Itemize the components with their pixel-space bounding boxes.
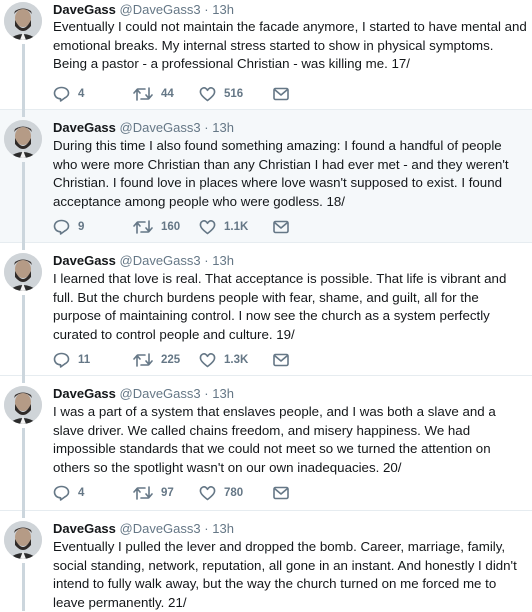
retweet-icon bbox=[133, 486, 153, 500]
retweet-button[interactable]: 44 bbox=[133, 85, 174, 103]
direct-message-button[interactable] bbox=[273, 218, 289, 236]
retweet-count: 44 bbox=[161, 88, 174, 100]
direct-message-button[interactable] bbox=[273, 484, 289, 502]
reply-count: 11 bbox=[78, 354, 91, 366]
dm-icon bbox=[273, 87, 289, 101]
timestamp[interactable]: 13h bbox=[212, 386, 234, 401]
dm-icon bbox=[273, 353, 289, 367]
retweet-button[interactable]: 225 bbox=[133, 351, 180, 369]
separator-dot: · bbox=[204, 2, 209, 17]
author-handle[interactable]: @DaveGass3 bbox=[120, 521, 201, 536]
retweet-icon bbox=[133, 353, 153, 367]
reply-icon bbox=[53, 86, 70, 102]
author-handle[interactable]: @DaveGass3 bbox=[120, 120, 201, 135]
thread-line bbox=[22, 243, 25, 250]
like-count: 1.3K bbox=[224, 354, 249, 366]
retweet-count: 97 bbox=[161, 487, 174, 499]
tweet-thread: DaveGass @DaveGass3 · 13h Eventually I c… bbox=[0, 0, 532, 611]
tweet-20[interactable]: DaveGass @DaveGass3 · 13h I was a part o… bbox=[0, 376, 532, 511]
like-button[interactable]: 1.1K bbox=[199, 218, 248, 236]
reply-icon bbox=[53, 352, 70, 368]
reply-count: 4 bbox=[78, 88, 85, 100]
thread-line bbox=[22, 295, 25, 376]
author-name[interactable]: DaveGass bbox=[53, 386, 116, 401]
timestamp[interactable]: 13h bbox=[212, 253, 234, 268]
dm-icon bbox=[273, 220, 289, 234]
like-icon bbox=[199, 87, 216, 102]
reply-count: 9 bbox=[78, 221, 85, 233]
tweet-19[interactable]: DaveGass @DaveGass3 · 13h I learned that… bbox=[0, 243, 532, 376]
separator-dot: · bbox=[204, 253, 209, 268]
tweet-header: DaveGass @DaveGass3 · 13h bbox=[53, 253, 234, 269]
direct-message-button[interactable] bbox=[273, 351, 289, 369]
timestamp[interactable]: 13h bbox=[212, 521, 234, 536]
like-count: 780 bbox=[224, 487, 244, 499]
avatar[interactable] bbox=[4, 120, 42, 158]
author-handle[interactable]: @DaveGass3 bbox=[120, 2, 201, 17]
tweet-text: During this time I also found something … bbox=[53, 138, 509, 209]
thread-line bbox=[22, 511, 25, 518]
retweet-button[interactable]: 97 bbox=[133, 484, 174, 502]
direct-message-button[interactable] bbox=[273, 85, 289, 103]
avatar[interactable] bbox=[4, 2, 42, 40]
timestamp[interactable]: 13h bbox=[212, 2, 234, 17]
retweet-icon bbox=[133, 220, 153, 234]
reply-button[interactable]: 4 bbox=[53, 85, 84, 103]
separator-dot: · bbox=[204, 120, 209, 135]
avatar[interactable] bbox=[4, 521, 42, 559]
tweet-header: DaveGass @DaveGass3 · 13h bbox=[53, 386, 234, 402]
like-button[interactable]: 1.3K bbox=[199, 351, 248, 369]
author-name[interactable]: DaveGass bbox=[53, 2, 116, 17]
like-icon bbox=[199, 353, 216, 368]
separator-dot: · bbox=[204, 521, 209, 536]
thread-line bbox=[22, 376, 25, 383]
thread-line bbox=[22, 428, 25, 511]
tweet-header: DaveGass @DaveGass3 · 13h bbox=[53, 2, 234, 18]
author-handle[interactable]: @DaveGass3 bbox=[120, 386, 201, 401]
timestamp[interactable]: 13h bbox=[212, 120, 234, 135]
author-name[interactable]: DaveGass bbox=[53, 521, 116, 536]
thread-line bbox=[22, 44, 25, 110]
reply-button[interactable]: 4 bbox=[53, 484, 84, 502]
avatar[interactable] bbox=[4, 386, 42, 424]
author-name[interactable]: DaveGass bbox=[53, 120, 116, 135]
tweet-text: I was a part of a system that enslaves p… bbox=[53, 404, 496, 475]
thread-line bbox=[22, 162, 25, 243]
thread-line bbox=[22, 563, 25, 611]
author-name[interactable]: DaveGass bbox=[53, 253, 116, 268]
retweet-icon bbox=[133, 87, 153, 101]
reply-icon bbox=[53, 485, 70, 501]
tweet-text: Eventually I pulled the lever and droppe… bbox=[53, 539, 517, 610]
dm-icon bbox=[273, 486, 289, 500]
retweet-count: 160 bbox=[161, 221, 181, 233]
like-count: 1.1K bbox=[224, 221, 249, 233]
reply-count: 4 bbox=[78, 487, 85, 499]
separator-dot: · bbox=[204, 386, 209, 401]
reply-button[interactable]: 11 bbox=[53, 351, 90, 369]
retweet-count: 225 bbox=[161, 354, 181, 366]
author-handle[interactable]: @DaveGass3 bbox=[120, 253, 201, 268]
tweet-18[interactable]: DaveGass @DaveGass3 · 13h During this ti… bbox=[0, 110, 532, 243]
like-icon bbox=[199, 220, 216, 235]
like-icon bbox=[199, 486, 216, 501]
retweet-button[interactable]: 160 bbox=[133, 218, 180, 236]
tweet-21[interactable]: DaveGass @DaveGass3 · 13h Eventually I p… bbox=[0, 511, 532, 611]
avatar[interactable] bbox=[4, 253, 42, 291]
thread-line bbox=[22, 110, 25, 117]
tweet-text: I learned that love is real. That accept… bbox=[53, 271, 507, 342]
like-button[interactable]: 516 bbox=[199, 85, 243, 103]
tweet-17[interactable]: DaveGass @DaveGass3 · 13h Eventually I c… bbox=[0, 0, 532, 110]
tweet-text: Eventually I could not maintain the faca… bbox=[53, 19, 527, 72]
reply-button[interactable]: 9 bbox=[53, 218, 84, 236]
like-button[interactable]: 780 bbox=[199, 484, 243, 502]
reply-icon bbox=[53, 219, 70, 235]
like-count: 516 bbox=[224, 88, 244, 100]
tweet-header: DaveGass @DaveGass3 · 13h bbox=[53, 120, 234, 136]
tweet-header: DaveGass @DaveGass3 · 13h bbox=[53, 521, 234, 537]
